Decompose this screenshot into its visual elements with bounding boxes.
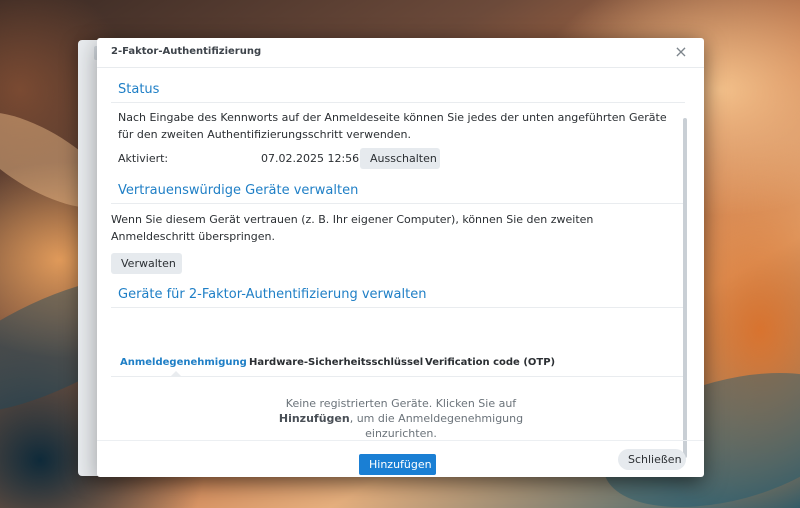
tab-hardware-key[interactable]: Hardware-Sicherheitsschlüssel [249,357,423,368]
active-tab-indicator [171,371,181,376]
activated-label: Aktiviert: [118,152,169,165]
section-divider [111,307,685,308]
status-heading: Status [118,82,160,97]
section-divider [111,102,685,103]
dialog-content: Status Nach Eingabe des Kennworts auf de… [111,74,685,475]
two-factor-dialog: 2-Faktor-Authentifizierung × Status Nach… [97,38,704,477]
tabs-divider [111,376,685,377]
dialog-header: 2-Faktor-Authentifizierung × [97,38,704,68]
dialog-title: 2-Faktor-Authentifizierung [111,46,262,57]
devices-heading: Geräte für 2-Faktor-Authentifizierung ve… [118,287,427,302]
section-divider [111,203,685,204]
tab-otp[interactable]: Verification code (OTP) [425,357,555,368]
empty-message-line1: Keine registrierten Geräte. Klicken Sie … [285,397,517,410]
close-icon[interactable]: × [672,43,690,61]
scrollbar[interactable] [683,118,687,458]
tab-approval[interactable]: Anmeldegenehmigung [120,357,247,368]
disable-button[interactable]: Ausschalten [360,148,440,169]
trusted-heading: Vertrauenswürdige Geräte verwalten [118,183,359,198]
activated-value: 07.02.2025 12:56 [261,152,360,165]
empty-devices-message: Keine registrierten Geräte. Klicken Sie … [271,396,531,441]
trusted-description: Wenn Sie diesem Gerät vertrauen (z. B. I… [111,213,594,243]
status-description: Nach Eingabe des Kennworts auf der Anmel… [118,111,667,141]
close-button[interactable]: Schließen [618,449,686,470]
manage-button[interactable]: Verwalten [111,253,182,274]
empty-message-bold: Hinzufügen [278,412,350,425]
dialog-footer: Schließen [97,440,704,477]
empty-message-line3: einzurichten. [365,427,437,440]
empty-message-rest: , um die Anmeldegenehmigung [349,412,524,425]
empty-message-line2: Hinzufügen, um die Anmeldegenehmigung [271,411,531,426]
